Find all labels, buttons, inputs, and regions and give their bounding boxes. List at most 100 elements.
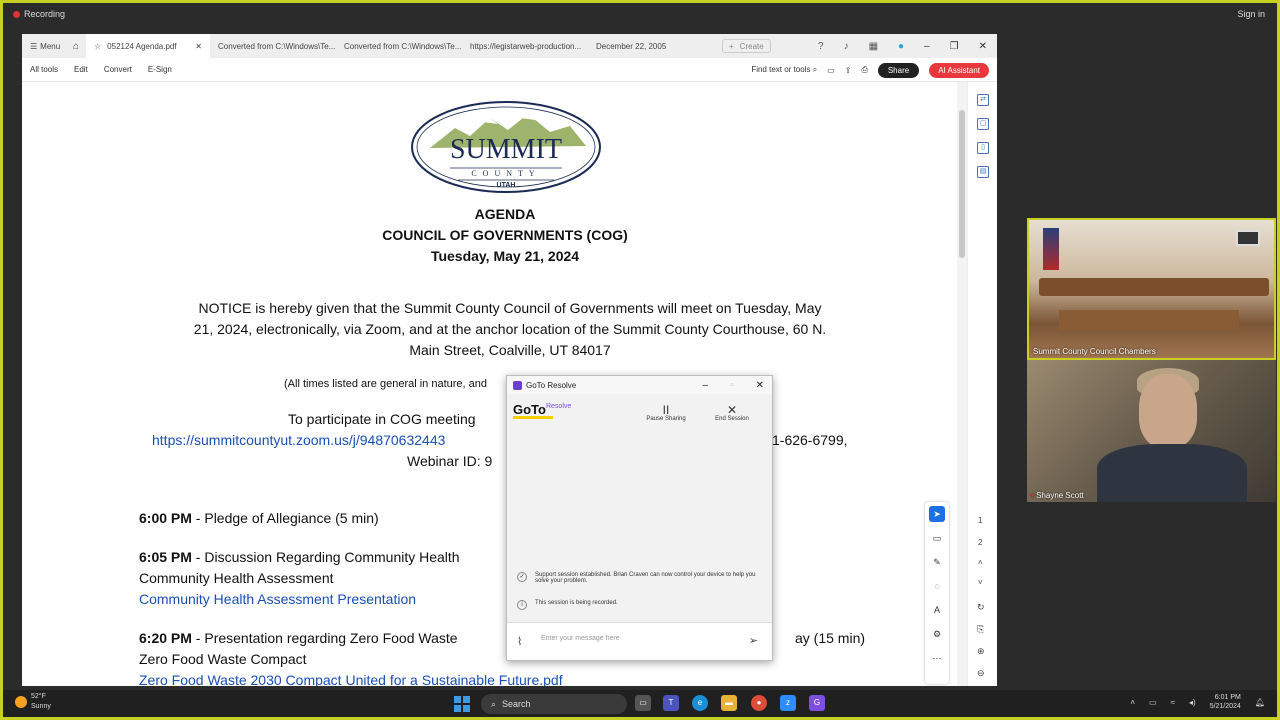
edit-button[interactable]: Edit: [66, 65, 96, 74]
window-controls: ? ♪ ▦ ● – ❐ ✕: [818, 34, 987, 58]
volume-icon[interactable]: ◂): [1189, 698, 1196, 707]
clock[interactable]: 6:01 PM 5/21/2024: [1210, 693, 1241, 711]
send-icon[interactable]: ➢: [749, 634, 758, 647]
all-tools-button[interactable]: All tools: [22, 65, 66, 74]
more-tools-icon[interactable]: ⋯: [929, 650, 945, 666]
share-button[interactable]: Share: [877, 62, 920, 78]
lasso-icon[interactable]: ◌: [929, 578, 945, 594]
file-explorer-icon[interactable]: ▬: [721, 695, 737, 711]
bell-icon[interactable]: ♪: [844, 41, 849, 52]
end-session-button[interactable]: ✕ End Session: [707, 404, 757, 422]
help-icon[interactable]: ?: [818, 41, 824, 52]
comment-icon[interactable]: ▭: [929, 530, 945, 546]
agenda-item-2: 6:05 PM - Discussion Regarding Community…: [139, 549, 460, 565]
table-graphic: [1059, 310, 1239, 330]
esign-button[interactable]: E-Sign: [140, 65, 180, 74]
check-icon: ✓: [517, 572, 527, 582]
keyboard-icon[interactable]: ▭: [1149, 698, 1157, 707]
edge-icon[interactable]: e: [692, 695, 708, 711]
zero-food-waste-link[interactable]: Zero Food Waste 2030 Compact United for …: [139, 672, 563, 686]
goto-taskbar-icon[interactable]: G: [809, 695, 825, 711]
sun-icon: [15, 696, 27, 708]
recording-label: Recording: [24, 9, 66, 19]
taskbar-search[interactable]: ⌕ Search: [481, 694, 627, 714]
print-icon[interactable]: ⎙: [861, 65, 867, 75]
zoom-out-icon[interactable]: ⊖: [977, 668, 985, 679]
avatar[interactable]: ●: [898, 41, 904, 52]
star-icon[interactable]: ☆: [94, 42, 101, 51]
create-tab-button[interactable]: + Create: [722, 39, 771, 53]
sign-in-link[interactable]: Sign in: [1237, 9, 1265, 19]
summit-county-logo: SUMMIT COUNTY UTAH: [411, 101, 601, 193]
find-tools-search[interactable]: Find text or tools ⌕: [751, 65, 817, 75]
tab-converted-2[interactable]: Converted from C:\Windows\Te...: [336, 34, 462, 58]
apps-icon[interactable]: ▦: [869, 41, 878, 52]
agenda-item-3-line2: Zero Food Waste Compact: [139, 651, 307, 667]
notification-icon[interactable]: 🔔︎: [1255, 698, 1265, 707]
agenda-item-2-line2: Community Health Assessment: [139, 570, 334, 586]
refresh-icon[interactable]: ↻: [977, 602, 985, 613]
tab-agenda-pdf[interactable]: ☆ 052124 Agenda.pdf ✕: [86, 34, 210, 58]
search-icon: ⌕: [812, 65, 818, 74]
page-down-icon[interactable]: ˅: [978, 578, 983, 587]
weather-widget[interactable]: 52°F Sunny: [15, 692, 51, 712]
ai-assistant-button[interactable]: AI Assistant: [929, 62, 989, 78]
shirt-graphic: [1097, 444, 1247, 502]
minimize-icon[interactable]: –: [703, 380, 709, 391]
windows-start-icon[interactable]: [454, 696, 470, 712]
tray-chevron-icon[interactable]: ˄: [1130, 698, 1135, 707]
community-health-link[interactable]: Community Health Assessment Presentation: [139, 591, 416, 607]
page-up-icon[interactable]: ˄: [978, 558, 983, 567]
goto-app-icon: [513, 380, 522, 390]
scroll-thumb[interactable]: [959, 110, 965, 258]
message-input-area: ⌇ Enter your message here ➢: [507, 622, 772, 660]
select-cursor-icon[interactable]: ➤: [929, 506, 945, 522]
right-rail: ⇄ ▢ ▯ ▤ 1 2 ˄ ˅ ↻ ⎘ ⊕ ⊖: [967, 82, 997, 686]
notice-line-1: NOTICE is hereby given that the Summit C…: [198, 300, 822, 316]
restore-icon[interactable]: ❐: [950, 41, 959, 52]
tab-legistar[interactable]: https://legistarweb-production...: [462, 34, 588, 58]
wifi-icon[interactable]: ≈: [1171, 698, 1175, 707]
minimize-icon[interactable]: –: [924, 41, 930, 52]
close-window-icon[interactable]: ✕: [979, 41, 987, 52]
pages-icon[interactable]: ▤: [977, 166, 989, 178]
panel-icon[interactable]: ⇄: [977, 94, 989, 106]
maximize-icon[interactable]: ▫: [730, 380, 734, 391]
pen-icon[interactable]: ✎: [929, 554, 945, 570]
bookmark-icon[interactable]: ▯: [977, 142, 989, 154]
video-participant[interactable]: ▪ Shayne Scott: [1027, 360, 1276, 502]
close-tab-icon[interactable]: ✕: [195, 42, 202, 51]
logo-state: UTAH: [497, 182, 516, 189]
phone-number: 1-626-6799,: [772, 432, 848, 448]
close-icon[interactable]: ✕: [756, 380, 764, 391]
menu-button[interactable]: ☰ Menu: [22, 42, 66, 51]
taskbar: 52°F Sunny ⌕ Search ▭ T e ▬ ● z G ˄ ▭ ≈ ◂…: [3, 690, 1277, 717]
zoom-link[interactable]: https://summitcountyut.zoom.us/j/9487063…: [152, 432, 445, 448]
floating-toolbar: ➤ ▭ ✎ ◌ A ⚙ ⋯: [925, 502, 949, 684]
zoom-icon[interactable]: z: [780, 695, 796, 711]
comments-icon[interactable]: ▢: [977, 118, 989, 130]
page-view-icon[interactable]: ▭: [827, 66, 835, 75]
page-number-2[interactable]: 2: [978, 538, 982, 547]
page-number-1[interactable]: 1: [978, 516, 982, 525]
task-view-icon[interactable]: ▭: [635, 695, 651, 711]
video-council-chambers[interactable]: Summit County Council Chambers: [1027, 218, 1276, 360]
tab-december[interactable]: December 22, 2005: [588, 34, 714, 58]
agenda-item-3-tail: ay (15 min): [795, 630, 866, 646]
message-input[interactable]: Enter your message here: [541, 635, 620, 642]
save-page-icon[interactable]: ⎘: [977, 624, 984, 635]
chrome-icon[interactable]: ●: [751, 695, 767, 711]
teams-icon[interactable]: T: [663, 695, 679, 711]
pause-sharing-button[interactable]: II Pause Sharing: [641, 404, 691, 422]
recording-bar: Recording Sign in: [3, 3, 1277, 25]
stamp-icon[interactable]: ⚙: [929, 626, 945, 642]
convert-button[interactable]: Convert: [96, 65, 140, 74]
zoom-in-icon[interactable]: ⊕: [977, 646, 985, 657]
attach-icon[interactable]: ⌇: [517, 635, 522, 648]
text-tool-icon[interactable]: A: [929, 602, 945, 618]
pdf-page: SUMMIT COUNTY UTAH AGENDA COUNCIL OF GOV…: [60, 82, 950, 686]
tab-converted-1[interactable]: Converted from C:\Windows\Te...: [210, 34, 336, 58]
upload-icon[interactable]: ⇪: [845, 66, 852, 75]
vertical-scrollbar[interactable]: [957, 82, 967, 686]
home-icon[interactable]: ⌂: [66, 41, 86, 52]
